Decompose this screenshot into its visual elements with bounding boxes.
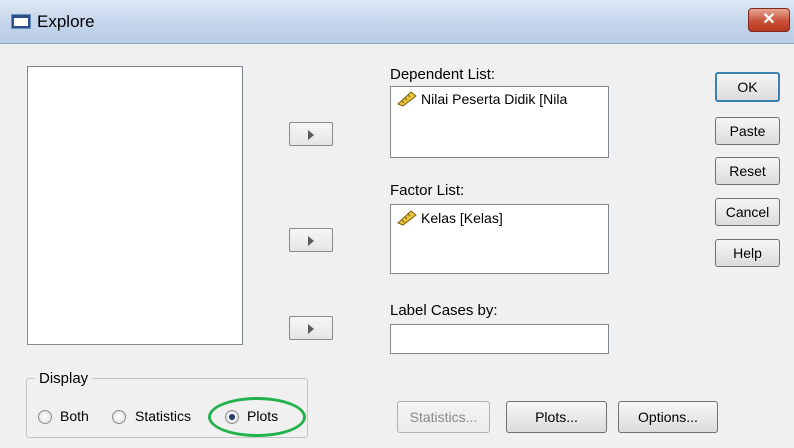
radio-statistics[interactable]: [112, 410, 126, 424]
dependent-list[interactable]: Nilai Peserta Didik [Nila: [390, 86, 609, 158]
variable-source-list[interactable]: [27, 66, 243, 345]
statistics-button[interactable]: Statistics...: [397, 401, 490, 433]
label-cases-field[interactable]: [390, 324, 609, 354]
help-button[interactable]: Help: [715, 239, 780, 267]
move-to-label-cases-button[interactable]: [289, 316, 333, 340]
move-to-factor-button[interactable]: [289, 228, 333, 252]
reset-button[interactable]: Reset: [715, 157, 780, 185]
scale-ruler-icon: [397, 91, 417, 107]
factor-item-label: Kelas [Kelas]: [421, 210, 503, 226]
display-group-label: Display: [35, 370, 93, 387]
paste-button[interactable]: Paste: [715, 117, 780, 145]
close-button[interactable]: ✕: [748, 8, 790, 32]
move-to-dependent-button[interactable]: [289, 122, 333, 146]
dependent-list-label: Dependent List:: [390, 66, 496, 83]
list-item[interactable]: Kelas [Kelas]: [397, 210, 607, 226]
plots-button[interactable]: Plots...: [506, 401, 607, 433]
ok-button[interactable]: OK: [715, 72, 780, 102]
title-bar: Explore ✕: [0, 0, 794, 44]
right-arrow-icon: [308, 324, 314, 334]
radio-statistics-label: Statistics: [135, 408, 192, 424]
right-arrow-icon: [308, 130, 314, 140]
window-title: Explore: [37, 12, 95, 31]
options-button[interactable]: Options...: [618, 401, 718, 433]
right-arrow-icon: [308, 236, 314, 246]
radio-both[interactable]: [38, 410, 52, 424]
list-item[interactable]: Nilai Peserta Didik [Nila: [397, 91, 607, 107]
factor-list-label: Factor List:: [390, 182, 465, 199]
scale-ruler-icon: [397, 210, 417, 226]
factor-list[interactable]: Kelas [Kelas]: [390, 204, 609, 274]
dependent-item-label: Nilai Peserta Didik [Nila: [421, 91, 568, 107]
window-icon: [11, 14, 31, 29]
highlight-annotation-ellipse: [208, 397, 306, 437]
label-cases-label: Label Cases by:: [390, 302, 498, 319]
cancel-button[interactable]: Cancel: [715, 198, 780, 226]
radio-both-label: Both: [60, 408, 89, 424]
